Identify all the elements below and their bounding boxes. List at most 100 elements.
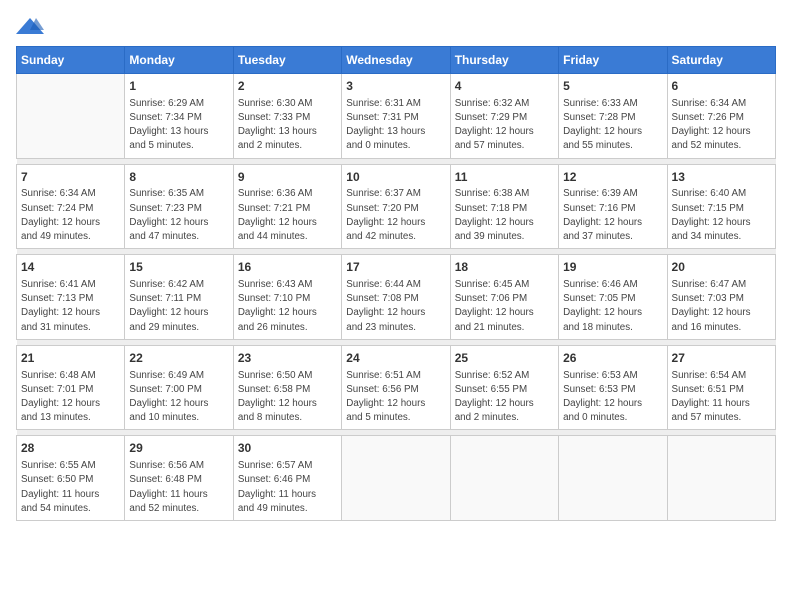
day-info: Sunrise: 6:46 AMSunset: 7:05 PMDaylight:… xyxy=(563,278,662,335)
day-info: Sunrise: 6:56 AMSunset: 6:48 PMDaylight:… xyxy=(129,459,228,516)
day-info: Sunrise: 6:40 AMSunset: 7:15 PMDaylight:… xyxy=(672,187,771,244)
calendar-cell: 30 Sunrise: 6:57 AMSunset: 6:46 PMDayligh… xyxy=(233,436,341,521)
day-number: 2 xyxy=(238,78,337,95)
day-info: Sunrise: 6:44 AMSunset: 7:08 PMDaylight:… xyxy=(346,278,445,335)
day-info: Sunrise: 6:57 AMSunset: 6:46 PMDaylight:… xyxy=(238,459,337,516)
calendar-cell: 8Sunrise: 6:35 AMSunset: 7:23 PMDaylight… xyxy=(125,164,233,249)
day-number: 29 xyxy=(129,440,228,457)
day-number: 17 xyxy=(346,259,445,276)
day-number: 22 xyxy=(129,350,228,367)
weekday-header: Friday xyxy=(559,47,667,74)
calendar-cell: 5 Sunrise: 6:33 AMSunset: 7:28 PMDaylight… xyxy=(559,74,667,159)
calendar-cell xyxy=(450,436,558,521)
calendar-cell: 9Sunrise: 6:36 AMSunset: 7:21 PMDaylight… xyxy=(233,164,341,249)
page-header xyxy=(16,16,776,38)
day-number: 28 xyxy=(21,440,120,457)
day-number: 24 xyxy=(346,350,445,367)
day-number: 30 xyxy=(238,440,337,457)
calendar-cell: 11Sunrise: 6:38 AMSunset: 7:18 PMDayligh… xyxy=(450,164,558,249)
day-number: 21 xyxy=(21,350,120,367)
day-number: 3 xyxy=(346,78,445,95)
day-number: 5 xyxy=(563,78,662,95)
day-number: 13 xyxy=(672,169,771,186)
day-number: 20 xyxy=(672,259,771,276)
calendar-cell: 12Sunrise: 6:39 AMSunset: 7:16 PMDayligh… xyxy=(559,164,667,249)
logo-icon xyxy=(16,16,44,38)
day-number: 12 xyxy=(563,169,662,186)
calendar-cell: 26Sunrise: 6:53 AMSunset: 6:53 PMDayligh… xyxy=(559,345,667,430)
day-number: 7 xyxy=(21,169,120,186)
weekday-header: Saturday xyxy=(667,47,775,74)
calendar-cell: 17 Sunrise: 6:44 AMSunset: 7:08 PMDayligh… xyxy=(342,255,450,340)
day-number: 6 xyxy=(672,78,771,95)
calendar-cell xyxy=(559,436,667,521)
day-info: Sunrise: 6:34 AMSunset: 7:26 PMDaylight:… xyxy=(672,97,771,154)
day-number: 15 xyxy=(129,259,228,276)
weekday-header: Wednesday xyxy=(342,47,450,74)
calendar-cell: 24 Sunrise: 6:51 AMSunset: 6:56 PMDayligh… xyxy=(342,345,450,430)
day-info: Sunrise: 6:33 AMSunset: 7:28 PMDaylight:… xyxy=(563,97,662,154)
day-info: Sunrise: 6:50 AMSunset: 6:58 PMDaylight:… xyxy=(238,369,337,426)
calendar-cell: 7Sunrise: 6:34 AMSunset: 7:24 PMDaylight… xyxy=(17,164,125,249)
calendar-cell xyxy=(17,74,125,159)
day-number: 16 xyxy=(238,259,337,276)
calendar-table: SundayMondayTuesdayWednesdayThursdayFrid… xyxy=(16,46,776,521)
calendar-cell: 18 Sunrise: 6:45 AMSunset: 7:06 PMDayligh… xyxy=(450,255,558,340)
calendar-cell: 28 Sunrise: 6:55 AMSunset: 6:50 PMDayligh… xyxy=(17,436,125,521)
week-row: 28 Sunrise: 6:55 AMSunset: 6:50 PMDayligh… xyxy=(17,436,776,521)
day-info: Sunrise: 6:45 AMSunset: 7:06 PMDaylight:… xyxy=(455,278,554,335)
calendar-cell: 23 Sunrise: 6:50 AMSunset: 6:58 PMDayligh… xyxy=(233,345,341,430)
day-info: Sunrise: 6:47 AMSunset: 7:03 PMDaylight:… xyxy=(672,278,771,335)
day-number: 14 xyxy=(21,259,120,276)
day-number: 23 xyxy=(238,350,337,367)
day-number: 18 xyxy=(455,259,554,276)
calendar-cell: 22 Sunrise: 6:49 AMSunset: 7:00 PMDayligh… xyxy=(125,345,233,430)
day-info: Sunrise: 6:49 AMSunset: 7:00 PMDaylight:… xyxy=(129,369,228,426)
week-row: 1Sunrise: 6:29 AMSunset: 7:34 PMDaylight… xyxy=(17,74,776,159)
day-number: 19 xyxy=(563,259,662,276)
day-info: Sunrise: 6:30 AMSunset: 7:33 PMDaylight:… xyxy=(238,97,337,154)
calendar-cell: 3 Sunrise: 6:31 AMSunset: 7:31 PMDaylight… xyxy=(342,74,450,159)
calendar-cell: 21 Sunrise: 6:48 AMSunset: 7:01 PMDayligh… xyxy=(17,345,125,430)
day-info: Sunrise: 6:42 AMSunset: 7:11 PMDaylight:… xyxy=(129,278,228,335)
week-row: 14 Sunrise: 6:41 AMSunset: 7:13 PMDayligh… xyxy=(17,255,776,340)
day-number: 4 xyxy=(455,78,554,95)
calendar-cell: 29 Sunrise: 6:56 AMSunset: 6:48 PMDayligh… xyxy=(125,436,233,521)
day-info: Sunrise: 6:34 AMSunset: 7:24 PMDaylight:… xyxy=(21,187,120,244)
calendar-cell: 6 Sunrise: 6:34 AMSunset: 7:26 PMDaylight… xyxy=(667,74,775,159)
calendar-cell: 2 Sunrise: 6:30 AMSunset: 7:33 PMDaylight… xyxy=(233,74,341,159)
weekday-header: Monday xyxy=(125,47,233,74)
week-row: 21 Sunrise: 6:48 AMSunset: 7:01 PMDayligh… xyxy=(17,345,776,430)
day-info: Sunrise: 6:35 AMSunset: 7:23 PMDaylight:… xyxy=(129,187,228,244)
calendar-cell: 1Sunrise: 6:29 AMSunset: 7:34 PMDaylight… xyxy=(125,74,233,159)
calendar-cell: 13Sunrise: 6:40 AMSunset: 7:15 PMDayligh… xyxy=(667,164,775,249)
calendar-cell: 25Sunrise: 6:52 AMSunset: 6:55 PMDayligh… xyxy=(450,345,558,430)
calendar-cell: 20 Sunrise: 6:47 AMSunset: 7:03 PMDayligh… xyxy=(667,255,775,340)
day-info: Sunrise: 6:48 AMSunset: 7:01 PMDaylight:… xyxy=(21,369,120,426)
day-info: Sunrise: 6:53 AMSunset: 6:53 PMDaylight:… xyxy=(563,369,662,426)
calendar-cell: 10Sunrise: 6:37 AMSunset: 7:20 PMDayligh… xyxy=(342,164,450,249)
day-info: Sunrise: 6:38 AMSunset: 7:18 PMDaylight:… xyxy=(455,187,554,244)
day-info: Sunrise: 6:37 AMSunset: 7:20 PMDaylight:… xyxy=(346,187,445,244)
day-info: Sunrise: 6:39 AMSunset: 7:16 PMDaylight:… xyxy=(563,187,662,244)
calendar-cell: 27Sunrise: 6:54 AMSunset: 6:51 PMDayligh… xyxy=(667,345,775,430)
day-info: Sunrise: 6:29 AMSunset: 7:34 PMDaylight:… xyxy=(129,97,228,154)
day-info: Sunrise: 6:36 AMSunset: 7:21 PMDaylight:… xyxy=(238,187,337,244)
day-number: 8 xyxy=(129,169,228,186)
calendar-body: 1Sunrise: 6:29 AMSunset: 7:34 PMDaylight… xyxy=(17,74,776,521)
weekday-header: Sunday xyxy=(17,47,125,74)
day-info: Sunrise: 6:31 AMSunset: 7:31 PMDaylight:… xyxy=(346,97,445,154)
calendar-cell: 15 Sunrise: 6:42 AMSunset: 7:11 PMDayligh… xyxy=(125,255,233,340)
day-number: 25 xyxy=(455,350,554,367)
weekday-header: Thursday xyxy=(450,47,558,74)
day-info: Sunrise: 6:32 AMSunset: 7:29 PMDaylight:… xyxy=(455,97,554,154)
weekday-header: Tuesday xyxy=(233,47,341,74)
day-info: Sunrise: 6:41 AMSunset: 7:13 PMDaylight:… xyxy=(21,278,120,335)
day-info: Sunrise: 6:54 AMSunset: 6:51 PMDaylight:… xyxy=(672,369,771,426)
day-info: Sunrise: 6:51 AMSunset: 6:56 PMDaylight:… xyxy=(346,369,445,426)
calendar-cell: 4 Sunrise: 6:32 AMSunset: 7:29 PMDaylight… xyxy=(450,74,558,159)
calendar-header-row: SundayMondayTuesdayWednesdayThursdayFrid… xyxy=(17,47,776,74)
day-info: Sunrise: 6:43 AMSunset: 7:10 PMDaylight:… xyxy=(238,278,337,335)
logo xyxy=(16,16,48,38)
day-info: Sunrise: 6:55 AMSunset: 6:50 PMDaylight:… xyxy=(21,459,120,516)
